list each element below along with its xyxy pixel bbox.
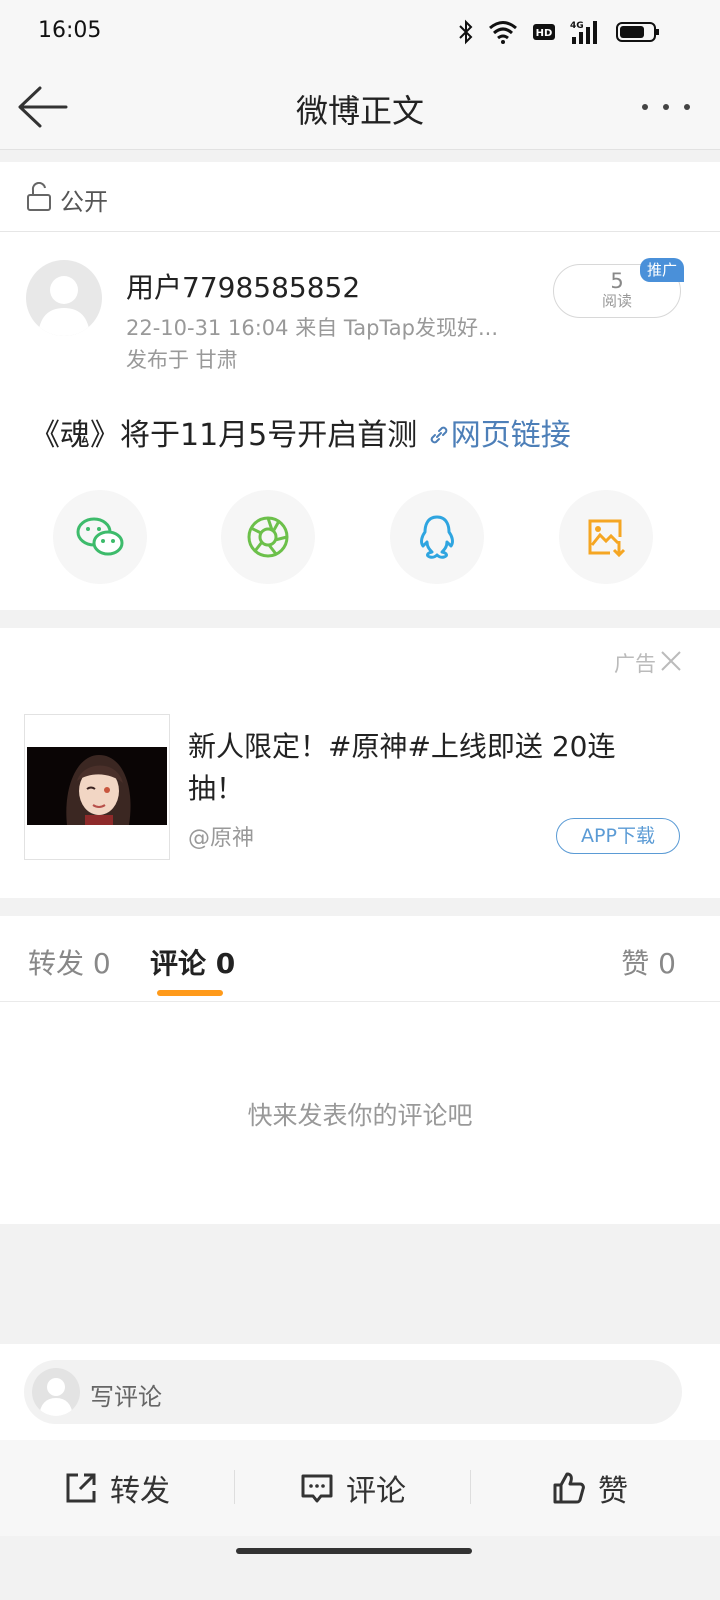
empty-comments-text: 快来发表你的评论吧 — [247, 1101, 473, 1130]
save-image-button[interactable] — [559, 490, 653, 584]
default-avatar-icon — [38, 276, 90, 336]
tab-bar: 转发 0 评论 0 赞 0 — [0, 916, 720, 1002]
web-link[interactable]: 网页链接 — [427, 418, 571, 453]
unlock-icon — [27, 182, 51, 211]
more-dot-icon — [642, 104, 648, 110]
save-image-icon — [588, 519, 626, 558]
ad-label: 广告 — [614, 652, 656, 676]
status-bar: 16:05 HD 4G — [0, 0, 720, 64]
ad-image — [27, 747, 167, 825]
anime-character-image — [27, 747, 167, 825]
ad-account[interactable]: @原神 — [188, 820, 254, 852]
avatar[interactable] — [26, 260, 102, 336]
share-qq-button[interactable] — [390, 490, 484, 584]
tab-reposts[interactable]: 转发 0 — [28, 942, 111, 982]
status-icons: HD 4G — [458, 16, 660, 48]
signal-4g-icon: 4G — [570, 21, 597, 44]
status-time: 16:05 — [38, 18, 102, 43]
ad-card[interactable]: 广告 新人限定！#原神#上线即送 20连抽！ @原神 APP下载 — [0, 628, 720, 898]
comment-label: 评论 — [346, 1474, 406, 1509]
privacy-row: 公开 — [0, 162, 720, 232]
bottom-action-bar: 转发 评论 赞 — [0, 1440, 720, 1536]
tab-likes[interactable]: 赞 0 — [621, 942, 676, 982]
thumbs-up-icon — [553, 1472, 585, 1504]
active-tab-indicator — [157, 990, 223, 996]
divider — [234, 1470, 235, 1504]
home-indicator[interactable] — [236, 1548, 472, 1554]
share-row — [0, 490, 720, 584]
privacy-label: 公开 — [60, 188, 108, 216]
svg-text:HD: HD — [536, 28, 553, 39]
more-options-button[interactable] — [642, 92, 690, 122]
wifi-icon — [489, 21, 517, 44]
moments-icon — [247, 516, 289, 558]
repost-icon — [66, 1473, 96, 1503]
navbar: 微博正文 — [0, 64, 720, 150]
comment-composer: 写评论 — [0, 1344, 720, 1440]
share-wechat-button[interactable] — [53, 490, 147, 584]
comment-placeholder: 写评论 — [90, 1383, 162, 1411]
link-icon — [430, 426, 448, 444]
ad-thumbnail[interactable] — [24, 714, 170, 860]
post-text: 《魂》将于11月5号开启首测 网页链接 — [30, 410, 571, 454]
reads-label: 阅读 — [601, 292, 632, 310]
wechat-icon — [76, 517, 124, 556]
close-icon[interactable] — [660, 650, 682, 672]
bluetooth-icon — [459, 19, 473, 45]
post-text-content: 《魂》将于11月5号开启首测 — [30, 418, 427, 453]
page-title: 微博正文 — [295, 92, 424, 130]
post-time-source: 22-10-31 16:04 来自 TapTap发现好... — [126, 316, 498, 340]
share-moments-button[interactable] — [221, 490, 315, 584]
more-dot-icon — [663, 104, 669, 110]
promote-badge[interactable]: 推广 — [640, 258, 684, 282]
post-card: 用户7798585852 22-10-31 16:04 来自 TapTap发现好… — [0, 232, 720, 610]
comment-input[interactable]: 写评论 — [24, 1360, 682, 1424]
repost-button[interactable]: 转发 — [64, 1468, 170, 1509]
like-label: 赞 — [598, 1474, 628, 1509]
comment-button[interactable]: 评论 — [300, 1468, 406, 1509]
like-button[interactable]: 赞 — [552, 1468, 628, 1509]
battery-icon — [616, 22, 659, 42]
web-link-label: 网页链接 — [450, 418, 571, 453]
tab-comments[interactable]: 评论 0 — [150, 942, 235, 982]
username[interactable]: 用户7798585852 — [126, 266, 360, 306]
qq-icon — [420, 515, 454, 559]
comment-list: 快来发表你的评论吧 — [0, 1002, 720, 1224]
app-download-button[interactable]: APP下载 — [556, 818, 680, 854]
repost-label: 转发 — [110, 1474, 170, 1509]
more-dot-icon — [684, 104, 690, 110]
divider — [470, 1470, 471, 1504]
default-avatar-icon — [39, 1378, 73, 1416]
post-location: 发布于 甘肃 — [126, 348, 238, 372]
avatar — [32, 1368, 80, 1416]
hd-icon: HD — [533, 24, 555, 40]
comment-icon — [301, 1474, 333, 1503]
ad-title: 新人限定！#原神#上线即送 20连抽！ — [188, 730, 616, 805]
svg-text:4G: 4G — [570, 21, 584, 31]
